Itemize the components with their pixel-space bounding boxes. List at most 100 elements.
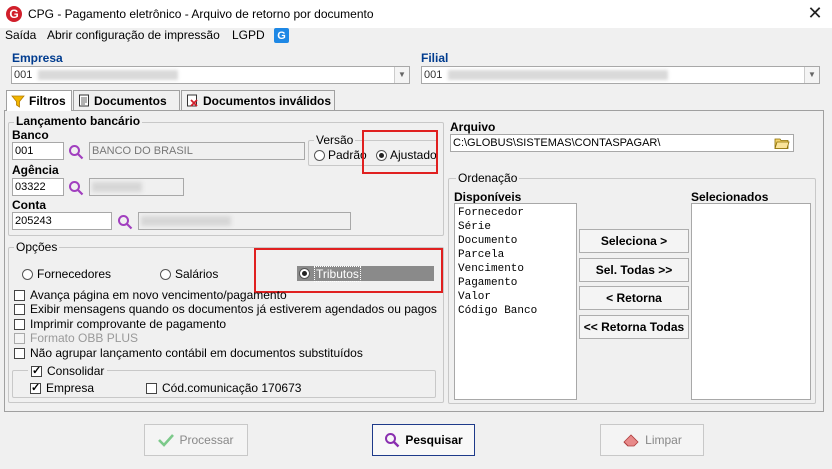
checkbox-checked-icon (31, 364, 42, 377)
agencia-code-input[interactable]: 03322 (12, 178, 64, 196)
funnel-icon (11, 95, 25, 108)
search-icon[interactable] (117, 214, 133, 230)
arquivo-path-input[interactable]: C:\GLOBUS\SISTEMAS\CONTASPAGAR\ (450, 134, 794, 152)
radio-salarios-label: Salários (175, 267, 219, 281)
filial-select[interactable]: 001 ▼ (421, 66, 820, 84)
empresa-select[interactable]: 001 ▼ (11, 66, 410, 84)
radio-fornecedores[interactable]: Fornecedores (22, 267, 111, 281)
radio-icon (314, 149, 325, 161)
menu-saida[interactable]: Saída (5, 28, 36, 42)
window-title: CPG - Pagamento eletrônico - Arquivo de … (28, 7, 374, 21)
check-consolidar[interactable]: Consolidar (28, 364, 108, 378)
folder-open-icon[interactable] (773, 135, 791, 151)
versao-title: Versão (314, 133, 356, 147)
check-exibir-mensagens[interactable]: Exibir mensagens quando os documentos já… (14, 302, 437, 316)
search-icon[interactable] (68, 144, 84, 160)
conta-label: Conta (12, 198, 46, 212)
checkbox-icon (14, 289, 25, 301)
check-formato-obb: Formato OBB PLUS (14, 331, 138, 345)
versao-padrao-radio[interactable]: Padrão (314, 148, 367, 162)
check-avanca-pagina-label: Avança página em novo vencimento/pagamen… (30, 288, 287, 302)
agencia-label: Agência (12, 163, 59, 177)
conta-name-field (138, 212, 351, 230)
check-exibir-mensagens-label: Exibir mensagens quando os documentos já… (30, 302, 437, 316)
sel-todas-button[interactable]: Sel. Todas >> (579, 258, 689, 282)
pesquisar-label: Pesquisar (405, 433, 463, 447)
empresa-value: 001 (14, 69, 33, 81)
pesquisar-button[interactable]: Pesquisar (372, 424, 475, 456)
menu-bar: Saída Abrir configuração de impressão LG… (0, 28, 832, 46)
checkmark-icon (158, 434, 175, 447)
check-empresa[interactable]: Empresa (30, 381, 94, 395)
chevron-down-icon[interactable]: ▼ (804, 67, 819, 83)
title-bar: G CPG - Pagamento eletrônico - Arquivo d… (0, 0, 832, 28)
check-consolidar-label: Consolidar (47, 364, 105, 378)
highlight-box (254, 248, 443, 293)
banco-name-field: BANCO DO BRASIL (89, 142, 305, 160)
check-imprimir-comprovante[interactable]: Imprimir comprovante de pagamento (14, 317, 226, 331)
radio-salarios[interactable]: Salários (160, 267, 218, 281)
list-item[interactable]: Fornecedor (458, 206, 573, 220)
tab-documentos-invalidos[interactable]: Documentos inválidos (181, 90, 335, 110)
list-item[interactable]: Documento (458, 234, 573, 248)
processar-button: Processar (144, 424, 248, 456)
redacted-conta (141, 216, 231, 226)
list-item[interactable]: Parcela (458, 248, 573, 262)
check-nao-agrupar[interactable]: Não agrupar lançamento contábil em docum… (14, 346, 363, 360)
tab-filtros-label: Filtros (29, 94, 66, 108)
eraser-icon (623, 434, 639, 447)
check-nao-agrupar-label: Não agrupar lançamento contábil em docum… (30, 346, 363, 360)
lancamento-title: Lançamento bancário (14, 114, 143, 128)
list-item[interactable]: Valor (458, 290, 573, 304)
limpar-label: Limpar (645, 433, 682, 447)
checkbox-icon (14, 347, 25, 359)
redacted-agencia (92, 182, 142, 192)
radio-icon (160, 268, 171, 280)
selecionados-listbox[interactable] (691, 203, 811, 400)
versao-padrao-label: Padrão (328, 148, 367, 162)
list-item[interactable]: Série (458, 220, 573, 234)
menu-abrir-configuracao[interactable]: Abrir configuração de impressão (47, 28, 220, 42)
check-cod-comunicacao-label: Cód.comunicação 170673 (162, 381, 302, 395)
globus-icon[interactable]: G (274, 28, 289, 43)
retorna-todas-button[interactable]: << Retorna Todas (579, 315, 689, 339)
redacted-empresa (38, 70, 179, 81)
selecionados-label: Selecionados (691, 190, 769, 204)
tab-filtros[interactable]: Filtros (6, 90, 72, 111)
close-icon[interactable]: ✕ (803, 2, 827, 24)
retorna-button[interactable]: < Retorna (579, 286, 689, 310)
check-cod-comunicacao[interactable]: Cód.comunicação 170673 (146, 381, 301, 395)
search-icon[interactable] (68, 180, 84, 196)
conta-code-input[interactable]: 205243 (12, 212, 112, 230)
search-icon (385, 433, 400, 448)
radio-icon (22, 268, 33, 280)
tab-documentos-label: Documentos (94, 93, 167, 108)
banco-code-input[interactable]: 001 (12, 142, 64, 160)
opcoes-title: Opções (14, 240, 60, 254)
disponiveis-label: Disponíveis (454, 190, 522, 204)
checkbox-checked-icon (30, 381, 41, 394)
check-avanca-pagina[interactable]: Avança página em novo vencimento/pagamen… (14, 288, 287, 302)
agencia-name-field (89, 178, 184, 196)
highlight-box (362, 130, 438, 174)
tab-documentos-invalidos-label: Documentos inválidos (203, 93, 332, 108)
radio-fornecedores-label: Fornecedores (37, 267, 112, 281)
seleciona-button[interactable]: Seleciona > (579, 229, 689, 253)
disponiveis-listbox[interactable]: Fornecedor Série Documento Parcela Venci… (454, 203, 577, 400)
empresa-label: Empresa (12, 51, 63, 65)
processar-label: Processar (179, 433, 234, 447)
menu-lgpd[interactable]: LGPD (232, 28, 265, 42)
limpar-button: Limpar (600, 424, 704, 456)
list-item[interactable]: Vencimento (458, 262, 573, 276)
ordenacao-title: Ordenação (456, 171, 520, 185)
chevron-down-icon[interactable]: ▼ (394, 67, 409, 83)
list-item[interactable]: Código Banco (458, 304, 573, 318)
list-item[interactable]: Pagamento (458, 276, 573, 290)
checkbox-icon (14, 318, 25, 330)
tab-documentos[interactable]: Documentos (73, 90, 180, 110)
banco-label: Banco (12, 128, 49, 142)
check-imprimir-comprovante-label: Imprimir comprovante de pagamento (30, 317, 227, 331)
filial-label: Filial (421, 51, 449, 65)
arquivo-label: Arquivo (450, 120, 496, 134)
checkbox-icon (14, 303, 25, 315)
